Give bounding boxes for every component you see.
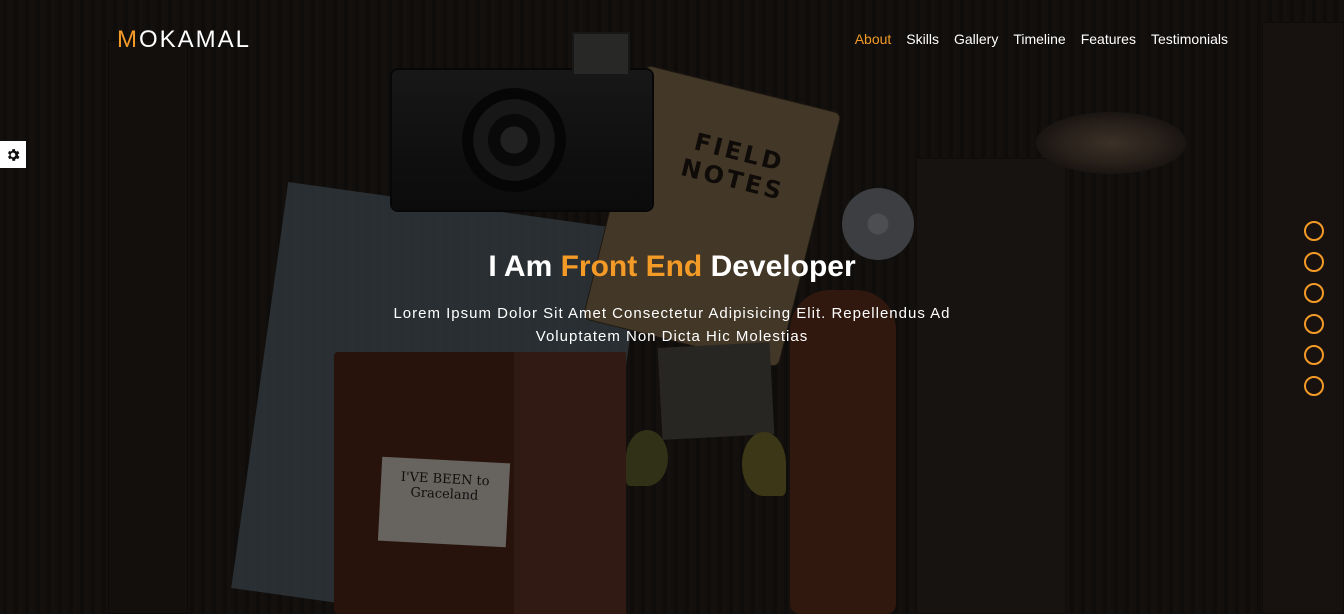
hero-subtitle: Lorem Ipsum Dolor Sit Amet Consectetur A…: [393, 305, 951, 345]
section-dot-4[interactable]: [1304, 314, 1324, 334]
section-dot-2[interactable]: [1304, 252, 1324, 272]
section-dot-nav: [1304, 221, 1324, 396]
headline-end: Developer: [702, 250, 856, 283]
nav-item-testimonials[interactable]: Testimonials: [1151, 31, 1228, 47]
main-nav: About Skills Gallery Timeline Features T…: [855, 31, 1228, 47]
logo-initial: M: [117, 26, 139, 53]
nav-item-features[interactable]: Features: [1081, 31, 1136, 47]
hero-headline: I Am Front End Developer: [0, 250, 1344, 284]
section-dot-1[interactable]: [1304, 221, 1324, 241]
section-dot-6[interactable]: [1304, 376, 1324, 396]
section-dot-3[interactable]: [1304, 283, 1324, 303]
site-logo[interactable]: MOKAMAL: [117, 26, 251, 54]
nav-item-gallery[interactable]: Gallery: [954, 31, 998, 47]
headline-highlight: Front End: [560, 250, 703, 283]
nav-item-skills[interactable]: Skills: [906, 31, 939, 47]
section-dot-5[interactable]: [1304, 345, 1324, 365]
settings-button[interactable]: [0, 141, 26, 168]
gear-icon: [7, 148, 20, 161]
nav-item-about[interactable]: About: [855, 31, 892, 47]
logo-text: OKAMAL: [139, 26, 252, 53]
nav-item-timeline[interactable]: Timeline: [1013, 31, 1065, 47]
headline-start: I Am: [488, 250, 561, 283]
